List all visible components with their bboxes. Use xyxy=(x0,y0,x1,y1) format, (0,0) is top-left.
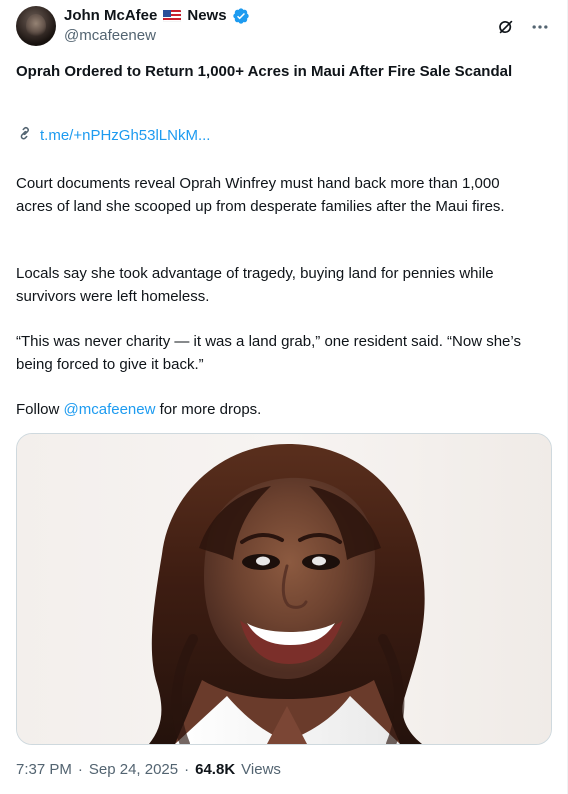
post-header: John McAfee News @mcafeenew xyxy=(16,4,551,48)
author-name-row[interactable]: John McAfee News xyxy=(64,7,250,25)
verified-badge-icon xyxy=(232,7,250,25)
grok-icon[interactable] xyxy=(495,16,517,38)
post-time[interactable]: 7:37 PM xyxy=(16,760,72,780)
author-identity: John McAfee News @mcafeenew xyxy=(64,7,250,45)
post-paragraph-2: Locals say she took advantage of tragedy… xyxy=(16,265,494,305)
us-flag-icon xyxy=(163,10,182,23)
post-date[interactable]: Sep 24, 2025 xyxy=(89,760,178,780)
post-link[interactable]: t.me/+nPHzGh53lLNkM... xyxy=(16,124,210,148)
post-image[interactable] xyxy=(16,433,552,745)
post-paragraph-1: Court documents reveal Oprah Winfrey mus… xyxy=(16,175,505,215)
portrait-image xyxy=(17,434,551,744)
post-page: John McAfee News @mcafeenew Oprah Ordere… xyxy=(0,0,568,794)
link-icon xyxy=(16,124,34,148)
post-meta: 7:37 PM · Sep 24, 2025 · 64.8K Views xyxy=(16,760,281,780)
post-paragraph-3: “This was never charity — it was a land … xyxy=(16,333,521,373)
post-title: Oprah Ordered to Return 1,000+ Acres in … xyxy=(16,63,513,80)
more-icon[interactable] xyxy=(529,16,551,38)
meta-separator-1: · xyxy=(77,761,83,778)
author-name-suffix[interactable]: News xyxy=(187,7,226,25)
meta-separator-2: · xyxy=(184,761,190,778)
views-label: Views xyxy=(241,761,281,778)
post-top-actions xyxy=(495,14,551,38)
follow-mention[interactable]: @mcafeenew xyxy=(64,401,156,418)
link-text[interactable]: t.me/+nPHzGh53lLNkM... xyxy=(40,126,210,146)
post-paragraph-4: Follow @mcafeenew for more drops. xyxy=(16,398,533,421)
views-count: 64.8K xyxy=(195,761,236,778)
avatar[interactable] xyxy=(16,6,56,46)
follow-suffix: for more drops. xyxy=(155,401,262,418)
follow-prefix: Follow xyxy=(16,401,64,418)
author-handle[interactable]: @mcafeenew xyxy=(64,28,250,45)
author-name-prefix[interactable]: John McAfee xyxy=(64,7,157,25)
